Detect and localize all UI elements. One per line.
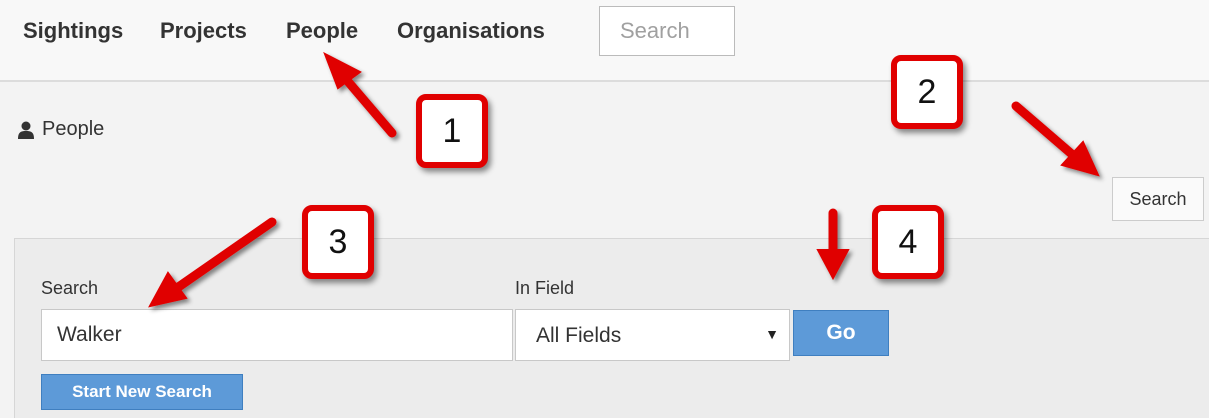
in-field-select[interactable]: All Fields ▼: [515, 309, 790, 361]
in-field-selected-value: All Fields: [536, 324, 622, 347]
nav-people[interactable]: People: [286, 18, 358, 44]
start-new-search-button[interactable]: Start New Search: [41, 374, 243, 410]
go-button[interactable]: Go: [793, 310, 889, 356]
nav-projects[interactable]: Projects: [160, 18, 247, 44]
person-icon: [18, 121, 34, 139]
arrow-icon: [340, 73, 397, 138]
arrowhead-icon: [1060, 140, 1100, 177]
nav-organisations[interactable]: Organisations: [397, 18, 545, 44]
search-input[interactable]: [41, 309, 513, 361]
nav-search-input[interactable]: [599, 6, 735, 56]
search-toggle-button[interactable]: Search: [1112, 177, 1204, 221]
top-navigation: Sightings Projects People Organisations: [0, 0, 1209, 82]
arrow-icon: [1011, 101, 1079, 161]
search-label: Search: [41, 278, 99, 298]
callout-badge: 2: [891, 55, 963, 129]
page-title: People: [18, 118, 104, 141]
nav-sightings[interactable]: Sightings: [23, 18, 123, 44]
callout-badge: 3: [302, 205, 374, 279]
in-field-label: In Field: [515, 278, 575, 298]
callout-badge: 1: [416, 94, 488, 168]
page-title-text: People: [42, 118, 105, 140]
callout-badge: 4: [872, 205, 944, 279]
dropdown-caret-icon: ▼: [765, 326, 779, 342]
